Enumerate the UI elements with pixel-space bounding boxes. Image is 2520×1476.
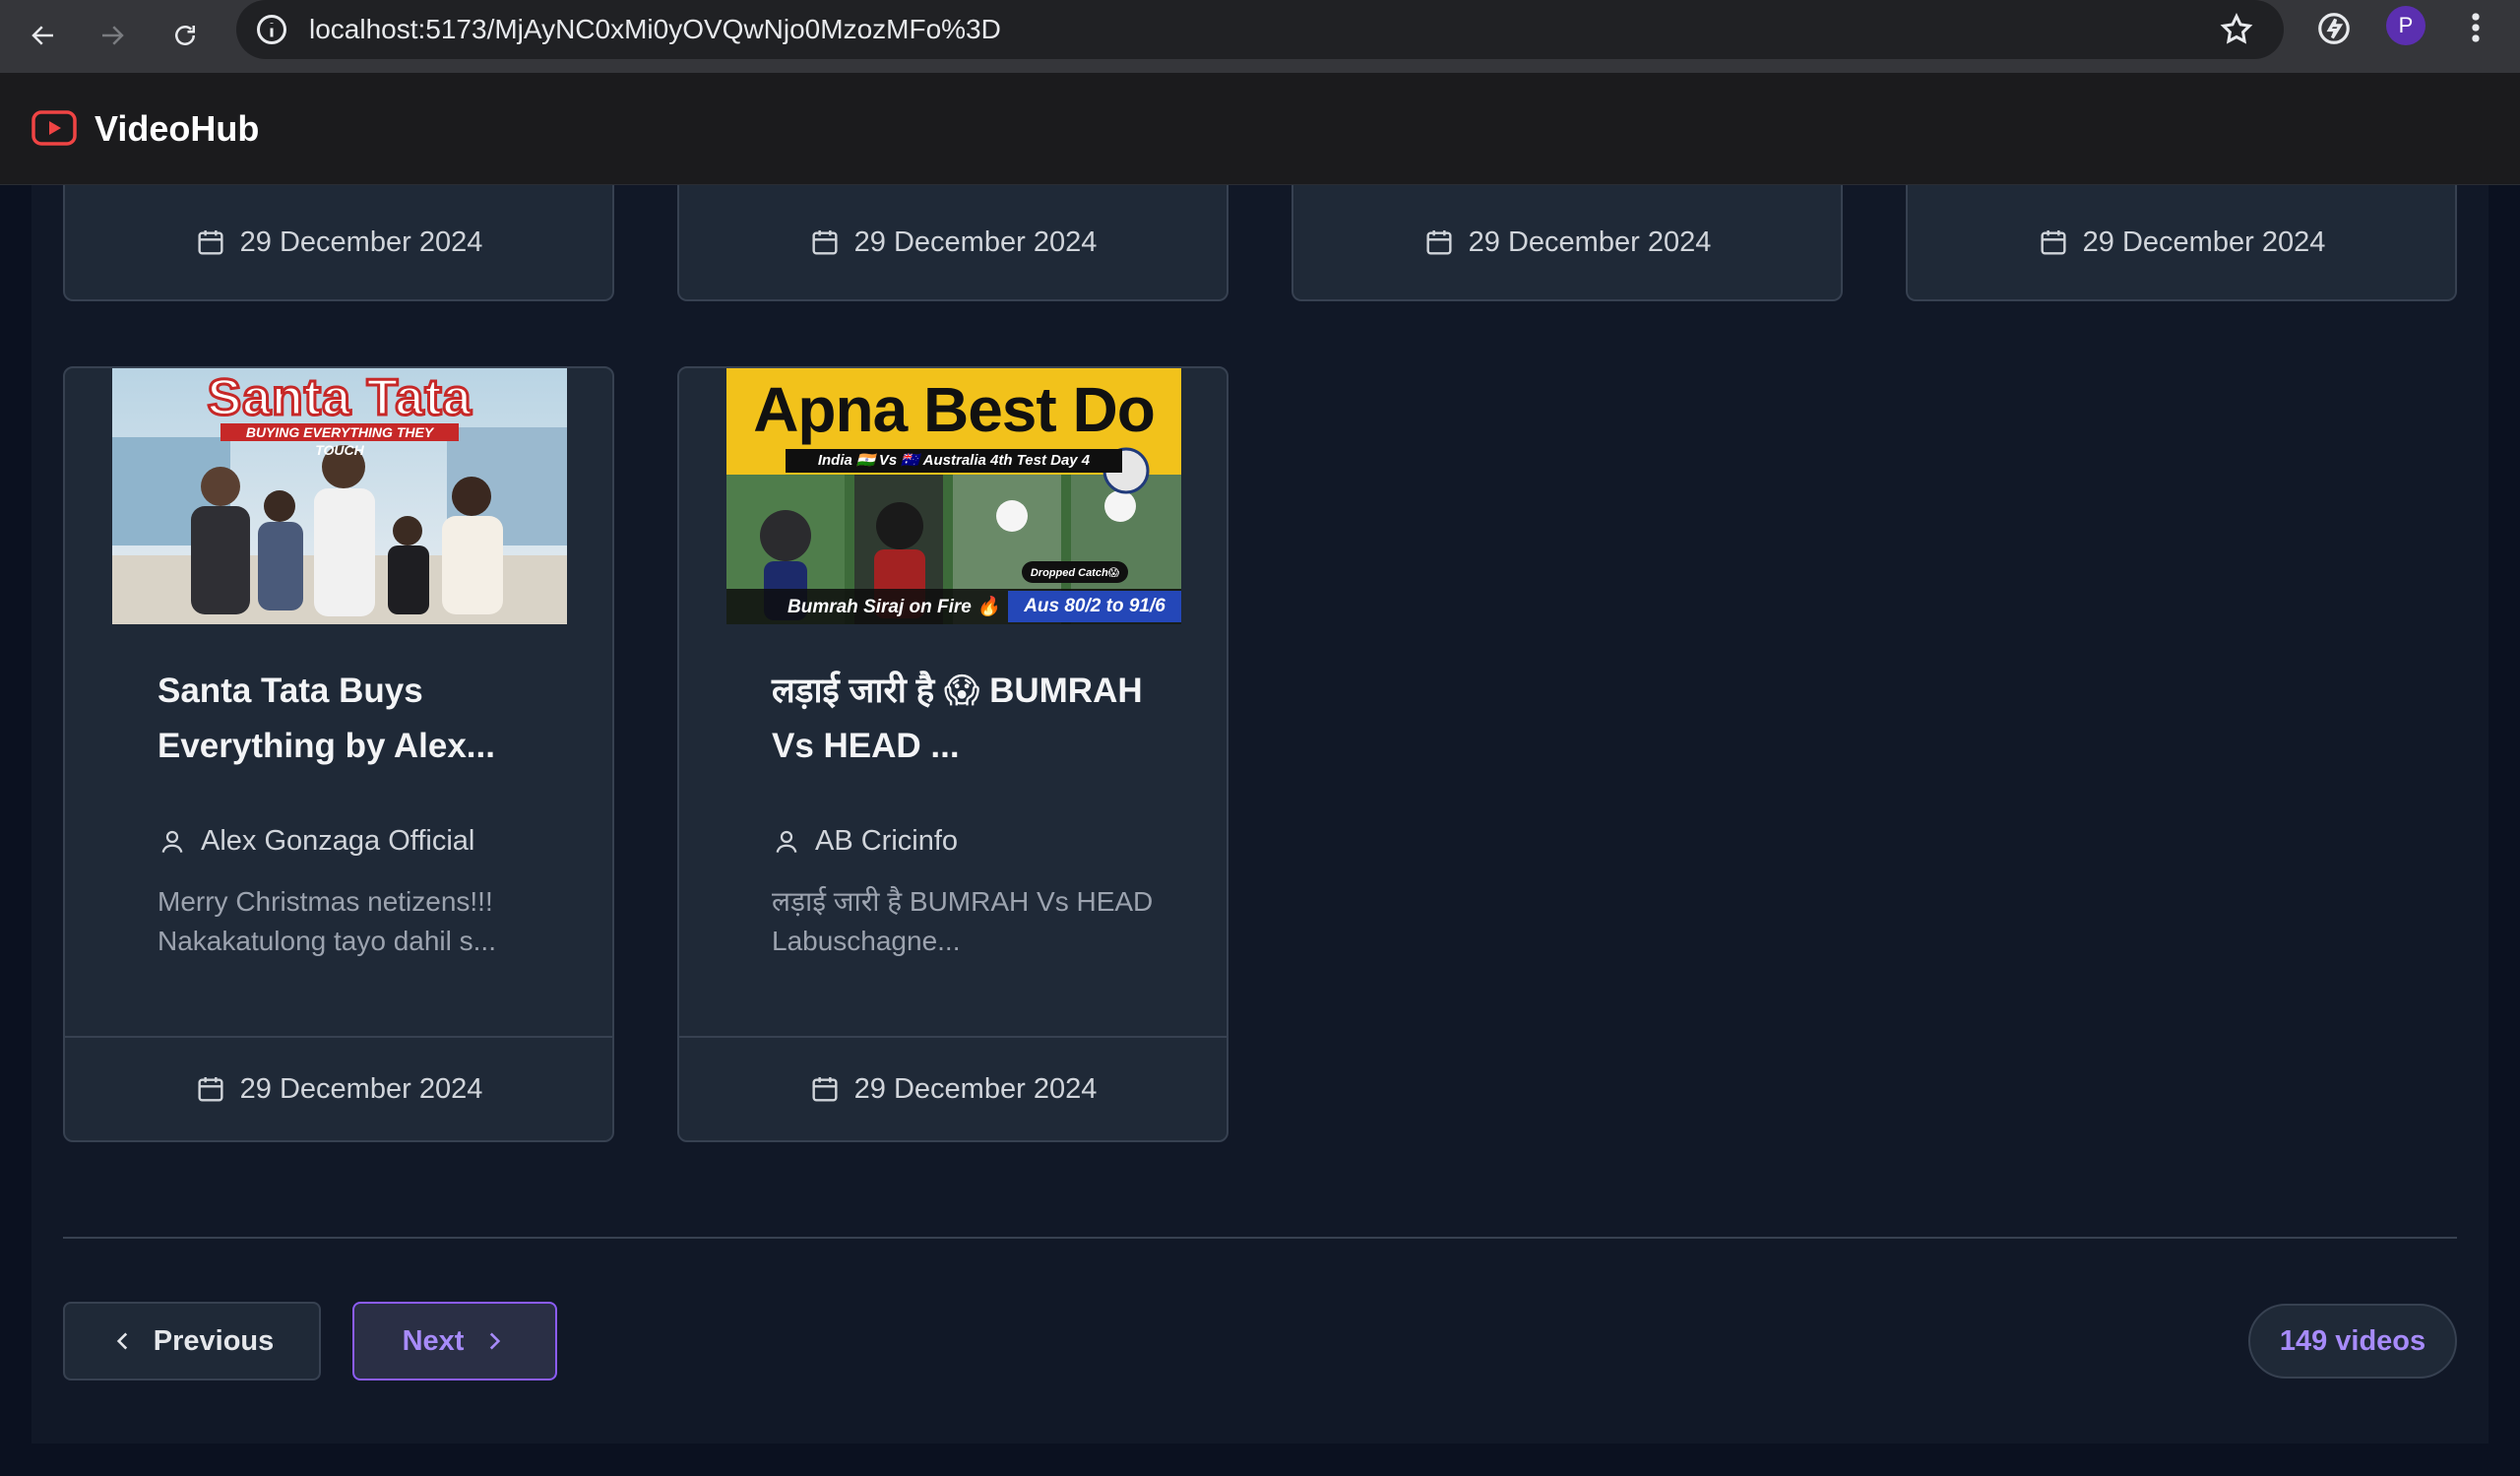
video-card[interactable]: 29 December 2024 [1292, 185, 1843, 301]
card-date: 29 December 2024 [1908, 185, 2455, 299]
arrow-left-icon [32, 26, 53, 45]
thumbnail-caption-right: Aus 80/2 to 91/6 [1008, 591, 1181, 622]
video-title[interactable]: लड़ाई जारी है 😱 BUMRAH Vs HEAD ... [772, 664, 1166, 774]
thumbnail-subline: India 🇮🇳 Vs 🇦🇺 Australia 4th Test Day 4 [786, 449, 1122, 473]
user-icon [161, 830, 183, 853]
card-date: 29 December 2024 [679, 185, 1227, 299]
video-card[interactable]: Santa Tata BUYING EVERYTHING THEY TOUCH … [63, 366, 614, 1142]
video-card[interactable]: 29 December 2024 [677, 185, 1228, 301]
date-text: 29 December 2024 [239, 1072, 483, 1105]
url-text[interactable]: localhost:5173/MjAyNC0xMi0yOVQwNjo0MzozM… [309, 14, 1001, 45]
thumbnail-subline: BUYING EVERYTHING THEY TOUCH [220, 423, 459, 458]
card-date: 29 December 2024 [679, 1036, 1227, 1140]
date-text: 29 December 2024 [2082, 225, 2326, 258]
next-button[interactable]: Next [352, 1302, 557, 1380]
address-bar[interactable]: localhost:5173/MjAyNC0xMi0yOVQwNjo0MzozM… [236, 0, 2284, 59]
channel-text: AB Cricinfo [815, 825, 959, 857]
card-date: 29 December 2024 [1293, 185, 1841, 299]
video-card[interactable]: Apna Best Do India 🇮🇳 Vs 🇦🇺 Australia 4t… [677, 366, 1228, 1142]
arrow-right-icon [102, 26, 124, 45]
date-text: 29 December 2024 [853, 225, 1098, 258]
extension-icon[interactable] [2315, 10, 2353, 47]
star-icon[interactable] [2219, 12, 2254, 47]
browser-toolbar: localhost:5173/MjAyNC0xMi0yOVQwNjo0MzozM… [0, 0, 2520, 73]
video-logo-icon[interactable] [32, 110, 77, 146]
profile-avatar[interactable]: P [2386, 6, 2426, 45]
card-date: 29 December 2024 [65, 1036, 612, 1140]
calendar-icon [2041, 230, 2066, 255]
app-header: VideoHub [0, 73, 2520, 185]
site-info-icon[interactable] [254, 12, 289, 47]
date-text: 29 December 2024 [239, 225, 483, 258]
reload-button[interactable] [158, 8, 213, 63]
card-date: 29 December 2024 [65, 185, 612, 299]
thumbnail-headline: Santa Tata [206, 368, 472, 428]
previous-label: Previous [153, 1324, 275, 1357]
video-card[interactable]: 29 December 2024 [1906, 185, 2457, 301]
video-card[interactable]: 29 December 2024 [63, 185, 614, 301]
calendar-icon [812, 230, 838, 255]
forward-button[interactable] [85, 8, 140, 63]
calendar-icon [1426, 230, 1452, 255]
calendar-icon [812, 1077, 838, 1102]
user-icon [776, 830, 797, 853]
video-title[interactable]: Santa Tata Buys Everything by Alex... [158, 664, 551, 774]
thumbnail-caption-left: Bumrah Siraj on Fire 🔥 [788, 597, 1000, 617]
thumbnail-badge: Dropped Catch😱 [1030, 567, 1120, 579]
channel-name[interactable]: Alex Gonzaga Official [158, 825, 474, 858]
reload-icon [175, 26, 195, 45]
calendar-icon [198, 1077, 223, 1102]
channel-name[interactable]: AB Cricinfo [772, 825, 958, 858]
date-text: 29 December 2024 [853, 1072, 1098, 1105]
video-description: लड़ाई जारी है BUMRAH Vs HEAD Labuschagne… [772, 886, 1154, 956]
next-label: Next [402, 1324, 465, 1357]
calendar-icon [198, 230, 223, 255]
back-button[interactable] [16, 8, 71, 63]
video-count-badge: 149 videos [2248, 1304, 2457, 1379]
chevron-right-icon [490, 1332, 501, 1350]
thumbnail-headline: Apna Best Do [753, 374, 1156, 445]
pagination-divider [63, 1237, 2457, 1239]
date-text: 29 December 2024 [1468, 225, 1712, 258]
chevron-left-icon [116, 1332, 127, 1350]
channel-text: Alex Gonzaga Official [201, 825, 475, 857]
video-thumbnail[interactable]: Santa Tata BUYING EVERYTHING THEY TOUCH [112, 368, 567, 624]
app-title[interactable]: VideoHub [94, 108, 259, 150]
video-description: Merry Christmas netizens!!! Nakakatulong… [158, 886, 496, 956]
more-menu-icon[interactable] [2461, 6, 2490, 49]
video-thumbnail[interactable]: Apna Best Do India 🇮🇳 Vs 🇦🇺 Australia 4t… [726, 368, 1181, 624]
previous-button[interactable]: Previous [63, 1302, 321, 1380]
